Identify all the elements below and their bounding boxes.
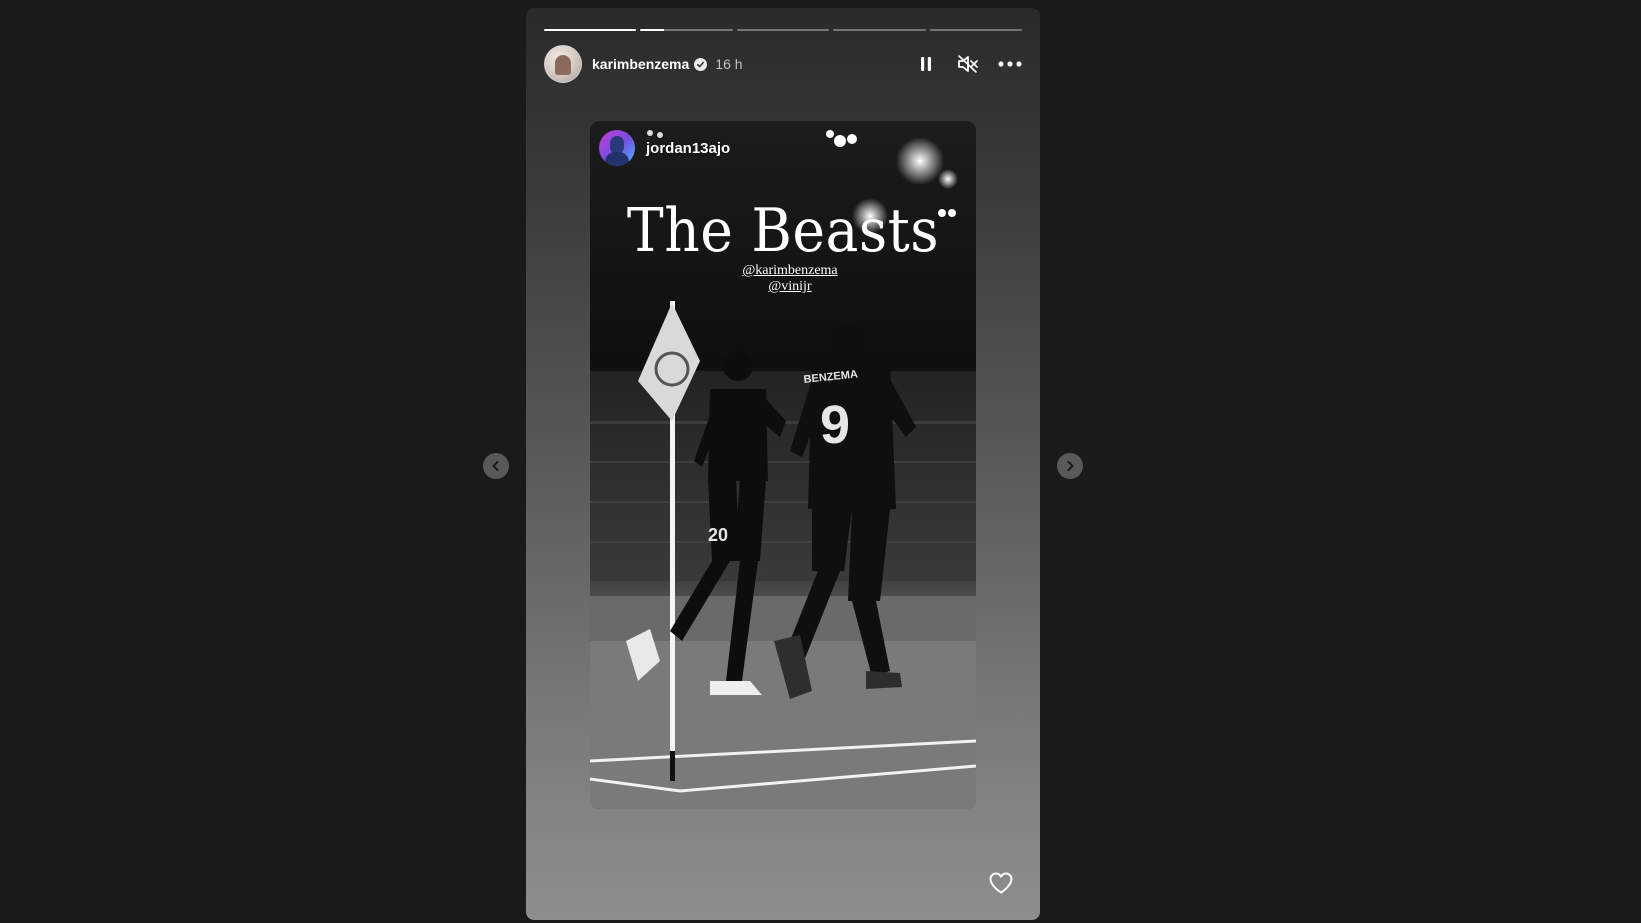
progress-segment <box>736 29 830 31</box>
more-horizontal-icon <box>998 61 1022 67</box>
previous-story-button[interactable] <box>483 453 509 479</box>
mute-button[interactable] <box>956 52 980 76</box>
chevron-left-icon <box>492 461 499 471</box>
progress-fill <box>640 29 664 31</box>
progress-segment <box>544 29 637 31</box>
story-card[interactable]: karimbenzema 16 h 20 BENZEMA 9 jordan13a… <box>526 8 1040 920</box>
story-controls <box>914 52 1022 76</box>
like-button[interactable] <box>986 868 1016 898</box>
jersey-number-9: 9 <box>820 395 850 455</box>
username-link[interactable]: karimbenzema <box>592 56 689 72</box>
mentioned-user-avatar[interactable] <box>599 130 635 166</box>
jersey-number-20: 20 <box>708 525 728 545</box>
post-time: 16 h <box>715 56 743 72</box>
mentioned-user[interactable]: jordan13ajo <box>599 130 730 166</box>
story-headline: The Beasts <box>626 196 940 266</box>
progress-fill <box>544 29 637 31</box>
story-progress-bar <box>544 29 1023 31</box>
verified-badge-icon <box>694 57 708 71</box>
progress-segment <box>833 29 926 31</box>
pause-icon <box>921 57 931 71</box>
progress-segment <box>640 29 733 31</box>
mentioned-username[interactable]: jordan13ajo <box>646 140 730 157</box>
more-options-button[interactable] <box>998 52 1022 76</box>
heart-outline-icon <box>989 872 1013 894</box>
progress-segment <box>929 29 1023 31</box>
story-viewer: karimbenzema 16 h 20 BENZEMA 9 jordan13a… <box>0 0 1641 923</box>
avatar[interactable] <box>544 45 582 83</box>
chevron-right-icon <box>1067 461 1074 471</box>
next-story-button[interactable] <box>1057 453 1083 479</box>
mention-tag-karimbenzema[interactable]: @karimbenzema <box>590 263 976 279</box>
mention-tag-vinijr[interactable]: @vinijr <box>590 279 976 295</box>
speaker-muted-icon <box>958 55 978 73</box>
pause-button[interactable] <box>914 52 938 76</box>
story-media[interactable]: 20 BENZEMA 9 jordan13ajo The Beasts @kar… <box>590 121 976 809</box>
story-header: karimbenzema 16 h <box>544 45 1022 83</box>
